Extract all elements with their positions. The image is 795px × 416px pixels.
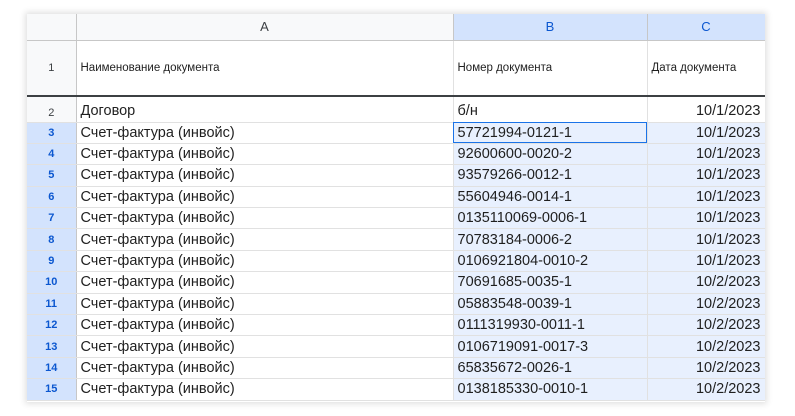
row-header[interactable]: 3 [27,122,77,144]
cell-a1[interactable]: Наименование документа [76,40,454,97]
select-all-corner[interactable] [27,14,77,41]
table-row: 12 Счет-фактура (инвойс) 0111319930-0011-1… [27,314,765,337]
cell-c9[interactable]: 10/1/2023 [647,250,765,273]
cell-b5[interactable]: 93579266-0012-1 [452,164,648,187]
cell-b8[interactable]: 70783184-0006-2 [452,228,648,251]
cell-a11[interactable]: Счет-фактура (инвойс) [76,293,454,316]
cell-b11[interactable]: 05883548-0039-1 [452,293,648,316]
cell-b10[interactable]: 70691685-0035-1 [452,271,648,294]
table-row: 11 Счет-фактура (инвойс) 05883548-0039-1 10… [27,293,765,316]
cell-a4[interactable]: Счет-фактура (инвойс) [76,143,454,166]
cell-b6[interactable]: 55604946-0014-1 [452,186,648,209]
cell-a7[interactable]: Счет-фактура (инвойс) [76,207,454,230]
table-row: 15 Счет-фактура (инвойс) 0138185330-0010-1… [27,378,765,401]
cell-a5[interactable]: Счет-фактура (инвойс) [76,164,454,187]
cell-a8[interactable]: Счет-фактура (инвойс) [76,228,454,251]
table-row: 10 Счет-фактура (инвойс) 70691685-0035-1 10… [27,271,765,294]
row-header[interactable]: 2 [27,96,77,123]
column-header-row: A B C [27,14,765,41]
row-header[interactable]: 11 [27,293,77,316]
row-header[interactable]: 9 [27,250,77,273]
row-header[interactable]: 6 [27,186,77,209]
row-header[interactable]: 14 [27,357,77,380]
cell-b12[interactable]: 0111319930-0011-1 [452,314,648,337]
table-row: 8 Счет-фактура (инвойс) 70783184-0006-2 10/… [27,228,765,251]
cell-c1[interactable]: Дата документа [647,40,765,97]
cell-c13[interactable]: 10/2/2023 [647,335,765,358]
cell-b7[interactable]: 0135110069-0006-1 [452,207,648,230]
column-header-b[interactable]: B [453,14,648,41]
cell-b15[interactable]: 0138185330-0010-1 [452,378,648,401]
table-row: 7 Счет-фактура (инвойс) 0135110069-0006-1 1… [27,207,765,230]
column-header-a[interactable]: A [76,14,454,41]
cell-b9[interactable]: 0106921804-0010-2 [452,250,648,273]
sheet-table: A B C 1 Наименование документа Номер док… [27,14,765,401]
cell-a12[interactable]: Счет-фактура (инвойс) [76,314,454,337]
cell-a15[interactable]: Счет-фактура (инвойс) [76,378,454,401]
row-header[interactable]: 13 [27,335,77,358]
cell-c10[interactable]: 10/2/2023 [647,271,765,294]
row-header[interactable]: 12 [27,314,77,337]
table-row: 1 Наименование документа Номер документа… [27,40,765,97]
spreadsheet-grid: A B C 1 Наименование документа Номер док… [27,14,765,402]
row-header[interactable]: 10 [27,271,77,294]
cell-b4[interactable]: 92600600-0020-2 [452,143,648,166]
table-row: 14 Счет-фактура (инвойс) 65835672-0026-1 10… [27,357,765,380]
row-header[interactable]: 15 [27,378,77,401]
cell-c7[interactable]: 10/1/2023 [647,207,765,230]
column-header-c[interactable]: C [647,14,765,41]
cell-a9[interactable]: Счет-фактура (инвойс) [76,250,454,273]
cell-c8[interactable]: 10/1/2023 [647,228,765,251]
cell-a6[interactable]: Счет-фактура (инвойс) [76,186,454,209]
table-row: 9 Счет-фактура (инвойс) 0106921804-0010-2 1… [27,250,765,273]
row-header[interactable]: 5 [27,164,77,187]
cell-b13[interactable]: 0106719091-0017-3 [452,335,648,358]
cell-c14[interactable]: 10/2/2023 [647,357,765,380]
table-row: 3 Счет-фактура (инвойс) 57721994-0121-1 10/… [27,122,765,144]
cell-c11[interactable]: 10/2/2023 [647,293,765,316]
row-header[interactable]: 8 [27,228,77,251]
cell-b14[interactable]: 65835672-0026-1 [452,357,648,380]
cell-c5[interactable]: 10/1/2023 [647,164,765,187]
table-row: 2 Договор б/н 10/1/2023 [27,96,765,123]
cell-c2[interactable]: 10/1/2023 [647,96,765,123]
cell-c6[interactable]: 10/1/2023 [647,186,765,209]
row-header[interactable]: 4 [27,143,77,166]
cell-c3[interactable]: 10/1/2023 [647,122,765,144]
row-header[interactable]: 7 [27,207,77,230]
table-row: 6 Счет-фактура (инвойс) 55604946-0014-1 10/… [27,186,765,209]
cell-a13[interactable]: Счет-фактура (инвойс) [76,335,454,358]
row-header[interactable]: 1 [27,40,77,97]
table-row: 4 Счет-фактура (инвойс) 92600600-0020-2 10/… [27,143,765,166]
cell-a3[interactable]: Счет-фактура (инвойс) [76,122,454,144]
table-row: 5 Счет-фактура (инвойс) 93579266-0012-1 10/… [27,164,765,187]
cell-a14[interactable]: Счет-фактура (инвойс) [76,357,454,380]
cell-c15[interactable]: 10/2/2023 [647,378,765,401]
cell-c4[interactable]: 10/1/2023 [647,143,765,166]
cell-a2[interactable]: Договор [76,96,454,123]
cell-b3[interactable]: 57721994-0121-1 [452,122,648,144]
cell-c12[interactable]: 10/2/2023 [647,314,765,337]
cell-b2[interactable]: б/н [453,96,648,123]
cell-b1[interactable]: Номер документа [453,40,648,97]
table-row: 13 Счет-фактура (инвойс) 0106719091-0017-3… [27,335,765,358]
cell-a10[interactable]: Счет-фактура (инвойс) [76,271,454,294]
